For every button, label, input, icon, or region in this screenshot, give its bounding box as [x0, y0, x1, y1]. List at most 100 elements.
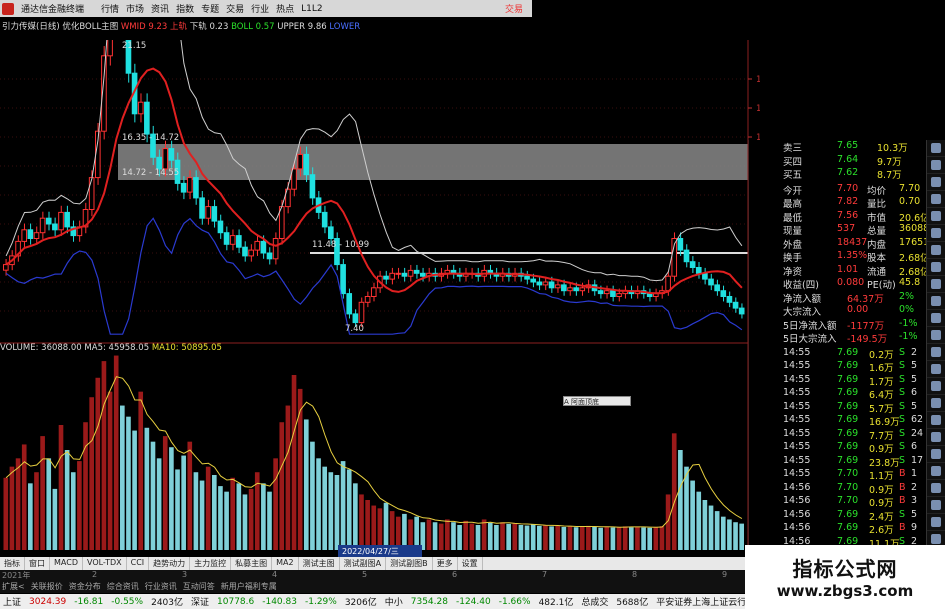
indicator-tab[interactable]: 测试副图B	[386, 557, 433, 570]
toolbar-button[interactable]	[927, 208, 945, 225]
toolbar-button[interactable]	[927, 378, 945, 395]
info-link[interactable]: 扩展<	[2, 581, 25, 593]
indicator-tab[interactable]: CCI	[127, 557, 150, 570]
status-sz-amt: 3206亿	[344, 598, 377, 608]
info-link[interactable]: 新用户福利专属	[221, 581, 277, 593]
menu-index[interactable]: 指数	[176, 2, 194, 15]
toolbar-button[interactable]	[927, 514, 945, 531]
volume-bar	[169, 447, 174, 550]
toolbar-button[interactable]	[927, 276, 945, 293]
indicator-tab[interactable]: 更多	[433, 557, 458, 570]
candle-body	[266, 252, 273, 260]
indicator-name[interactable]: 优化BOLL主图	[62, 22, 118, 32]
toolbar-button[interactable]	[927, 361, 945, 378]
candle-body	[536, 281, 543, 286]
candle-body	[236, 235, 242, 248]
menu-news[interactable]: 资讯	[151, 2, 169, 15]
candle-body	[321, 211, 328, 228]
menu-industry[interactable]: 行业	[251, 2, 269, 15]
indicator-tab[interactable]: 指标	[0, 557, 25, 570]
info-link[interactable]: 行业资讯	[145, 581, 177, 593]
candle-body	[162, 148, 169, 170]
quote-row: 14:55 7.69 6.4万 S 6	[783, 387, 918, 401]
volume-bar	[132, 430, 137, 550]
toolbar-button[interactable]	[927, 412, 945, 429]
info-link[interactable]: 资金分布	[69, 581, 101, 593]
volume-bar	[451, 522, 456, 550]
volume-bar	[303, 419, 309, 550]
menu-quote[interactable]: 行情	[101, 2, 119, 15]
toolbar-button[interactable]	[927, 497, 945, 514]
indicator-tab[interactable]: 主力监控	[190, 557, 232, 570]
toolbar-button[interactable]	[927, 293, 945, 310]
trade-flag[interactable]: 交易	[505, 2, 523, 15]
toolbar-button[interactable]	[927, 480, 945, 497]
indicator-tab[interactable]: VOL-TDX	[83, 557, 127, 570]
status-zx-pct: -1.66%	[498, 596, 531, 607]
indicator-tab[interactable]: 测试副图A	[340, 557, 387, 570]
quote-row: 14:55 7.69 1.6万 S 5	[783, 360, 918, 374]
indicator-tab[interactable]: 私募主图	[231, 557, 273, 570]
volume-bar	[34, 472, 39, 550]
info-link[interactable]: 互动问答	[183, 581, 215, 593]
toolbar-button[interactable]	[927, 395, 945, 412]
indicator-tab[interactable]: MA2	[272, 557, 299, 570]
toolbar-button[interactable]	[927, 344, 945, 361]
menu-hot[interactable]: 热点	[276, 2, 294, 15]
candle-body	[708, 278, 714, 286]
menu-trade[interactable]: 交易	[226, 2, 244, 15]
indicator-tab[interactable]: 设置	[458, 557, 483, 570]
volume-bar	[579, 526, 585, 550]
candle-body	[683, 249, 690, 263]
indicator-tab[interactable]: 窗口	[25, 557, 50, 570]
toolbar-button[interactable]	[927, 157, 945, 174]
toolbar-button[interactable]	[927, 327, 945, 344]
toolbar-button[interactable]	[927, 242, 945, 259]
title-right	[532, 0, 945, 17]
volume-bar	[592, 526, 597, 550]
candle-body	[554, 284, 561, 289]
menu-l1l2[interactable]: L1L2	[301, 4, 322, 14]
toolbar-button[interactable]	[927, 225, 945, 242]
candle-body	[358, 301, 365, 324]
volume-bar	[457, 525, 462, 550]
toolbar-button[interactable]	[927, 259, 945, 276]
quote-row: 14:56 7.70 0.9万 B 3	[783, 495, 918, 509]
volume-bar	[610, 527, 616, 550]
boll-value: BOLL 0.57	[231, 22, 275, 32]
toolbar-button[interactable]	[927, 310, 945, 327]
toolbar-icon	[931, 381, 941, 391]
toolbar-icon	[931, 262, 941, 272]
candle-body	[211, 206, 218, 222]
right-toolbar[interactable]	[926, 140, 945, 560]
menu-market[interactable]: 市场	[126, 2, 144, 15]
indicator-tab[interactable]: MACD	[50, 557, 83, 570]
popup-tooltip[interactable]: A 阿面顶底	[563, 396, 631, 406]
kline-chart[interactable]: 21.15 16.35 - 14.72 14.72 - 14.55 11.48 …	[0, 40, 760, 557]
quote-row: 14:55 7.69 0.2万 S 2	[783, 346, 918, 361]
info-link[interactable]: 综合资讯	[107, 581, 139, 593]
time-label: 3	[182, 570, 188, 579]
time-label: 2	[92, 570, 98, 579]
indicator-tab[interactable]: 趋势动力	[149, 557, 191, 570]
volume-bar	[224, 491, 229, 550]
toolbar-button[interactable]	[927, 191, 945, 208]
indicator-tab[interactable]: 测试主图	[299, 557, 340, 570]
toolbar-button[interactable]	[927, 140, 945, 157]
quote-row: 今开 7.70 均价 7.70	[783, 182, 921, 197]
label-band3: 11.48 - 10.99	[312, 240, 369, 250]
volume-bar	[187, 441, 193, 550]
volume-bar	[524, 525, 530, 550]
toolbar-button[interactable]	[927, 174, 945, 191]
time-axis: 2021年 2 3 4 5 6 7 8 9	[0, 570, 745, 581]
toolbar-button[interactable]	[927, 429, 945, 446]
menu-topic[interactable]: 专题	[201, 2, 219, 15]
volume-bar	[120, 405, 125, 550]
volume-bar	[28, 483, 33, 550]
toolbar-button[interactable]	[927, 446, 945, 463]
toolbar-icon	[931, 194, 941, 204]
info-link[interactable]: 关联报价	[31, 581, 63, 593]
toolbar-icon	[931, 449, 941, 459]
toolbar-button[interactable]	[927, 463, 945, 480]
quote-row: 14:55 7.69 23.8万 S 17	[783, 454, 924, 469]
